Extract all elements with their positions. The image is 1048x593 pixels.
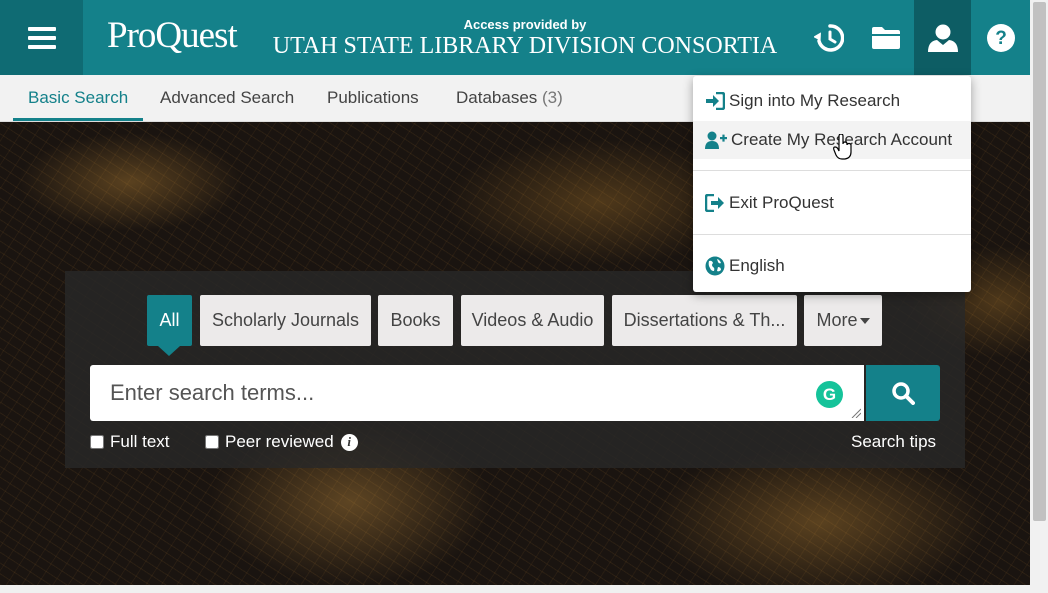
grammarly-icon[interactable]: G [816, 381, 843, 408]
user-dropdown-menu: Sign into My Research Create My Research… [693, 76, 971, 292]
scrollbar-thumb[interactable] [1033, 2, 1046, 521]
menu-icon [27, 26, 56, 49]
institution-name: UTAH STATE LIBRARY DIVISION CONSORTIA [272, 33, 778, 59]
page-bottom-edge [0, 585, 1030, 593]
tab-basic-search[interactable]: Basic Search [13, 75, 144, 121]
menu-divider [693, 234, 971, 235]
user-account-button[interactable] [914, 0, 971, 75]
active-filter-pointer [158, 346, 180, 356]
recent-searches-button[interactable] [800, 0, 857, 75]
search-input[interactable] [90, 365, 864, 421]
user-icon [927, 24, 958, 52]
search-button[interactable] [866, 365, 940, 421]
access-provider: Access provided by UTAH STATE LIBRARY DI… [264, 17, 786, 60]
full-text-checkbox[interactable] [90, 435, 104, 449]
full-text-option[interactable]: Full text [90, 432, 170, 452]
filter-scholarly-journals[interactable]: Scholarly Journals [200, 295, 371, 346]
svg-text:?: ? [995, 28, 1007, 49]
info-icon[interactable]: i [340, 433, 358, 451]
filter-dissertations[interactable]: Dissertations & Th... [612, 295, 797, 346]
tab-publications[interactable]: Publications [327, 75, 419, 121]
globe-icon [705, 256, 725, 276]
help-button[interactable]: ? [972, 0, 1029, 75]
my-research-folder-button[interactable] [857, 0, 914, 75]
search-tips-link[interactable]: Search tips [851, 432, 936, 452]
sign-out-icon [705, 194, 724, 212]
proquest-logo[interactable]: ProQuest [107, 14, 238, 57]
peer-reviewed-option[interactable]: Peer reviewed i [205, 432, 358, 452]
caret-down-icon [859, 317, 870, 324]
history-icon [813, 23, 844, 52]
resize-handle-icon[interactable] [851, 408, 861, 418]
menu-item-language[interactable]: English [693, 247, 971, 285]
user-plus-icon [705, 131, 727, 149]
page: ProQuest Access provided by UTAH STATE L… [0, 0, 1048, 593]
filter-more[interactable]: More [804, 295, 882, 346]
menu-button[interactable] [0, 0, 83, 75]
tab-databases[interactable]: Databases (3) [456, 75, 563, 121]
menu-item-create-account[interactable]: Create My Research Account [693, 121, 971, 159]
peer-reviewed-checkbox[interactable] [205, 435, 219, 449]
access-label: Access provided by [463, 17, 587, 32]
search-icon [892, 382, 915, 405]
menu-divider [693, 170, 971, 171]
databases-count: (3) [542, 88, 563, 107]
filter-books[interactable]: Books [378, 295, 453, 346]
help-icon: ? [986, 23, 1015, 52]
sign-in-icon [706, 92, 725, 110]
folder-icon [871, 26, 900, 49]
filter-videos-audio[interactable]: Videos & Audio [461, 295, 604, 346]
menu-item-exit[interactable]: Exit ProQuest [693, 184, 971, 222]
scrollbar[interactable] [1030, 0, 1048, 593]
menu-item-sign-in[interactable]: Sign into My Research [693, 82, 971, 120]
filter-all[interactable]: All [147, 295, 192, 346]
header: ProQuest Access provided by UTAH STATE L… [0, 0, 1030, 75]
tab-advanced-search[interactable]: Advanced Search [160, 75, 294, 121]
